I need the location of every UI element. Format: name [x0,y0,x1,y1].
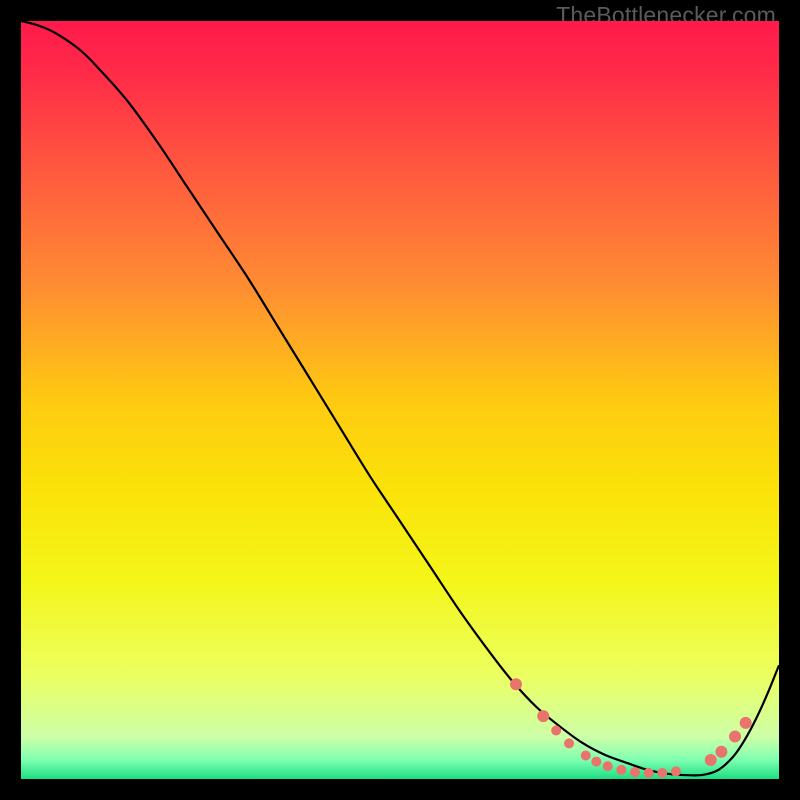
marker-dot [564,738,574,748]
marker-dot [740,717,752,729]
marker-dot [603,761,613,771]
plot-background [21,21,779,779]
marker-dot [630,767,640,777]
marker-dot [616,765,626,775]
marker-dot [644,768,654,778]
marker-dot [510,678,522,690]
chart-stage: TheBottlenecker.com [0,0,800,800]
marker-dot [657,768,667,778]
marker-dot [729,731,741,743]
marker-dot [705,754,717,766]
marker-dot [551,725,561,735]
marker-dot [671,766,681,776]
marker-dot [591,757,601,767]
chart-plot [21,21,779,779]
marker-dot [537,710,549,722]
marker-dot [581,751,591,761]
marker-dot [715,746,727,758]
